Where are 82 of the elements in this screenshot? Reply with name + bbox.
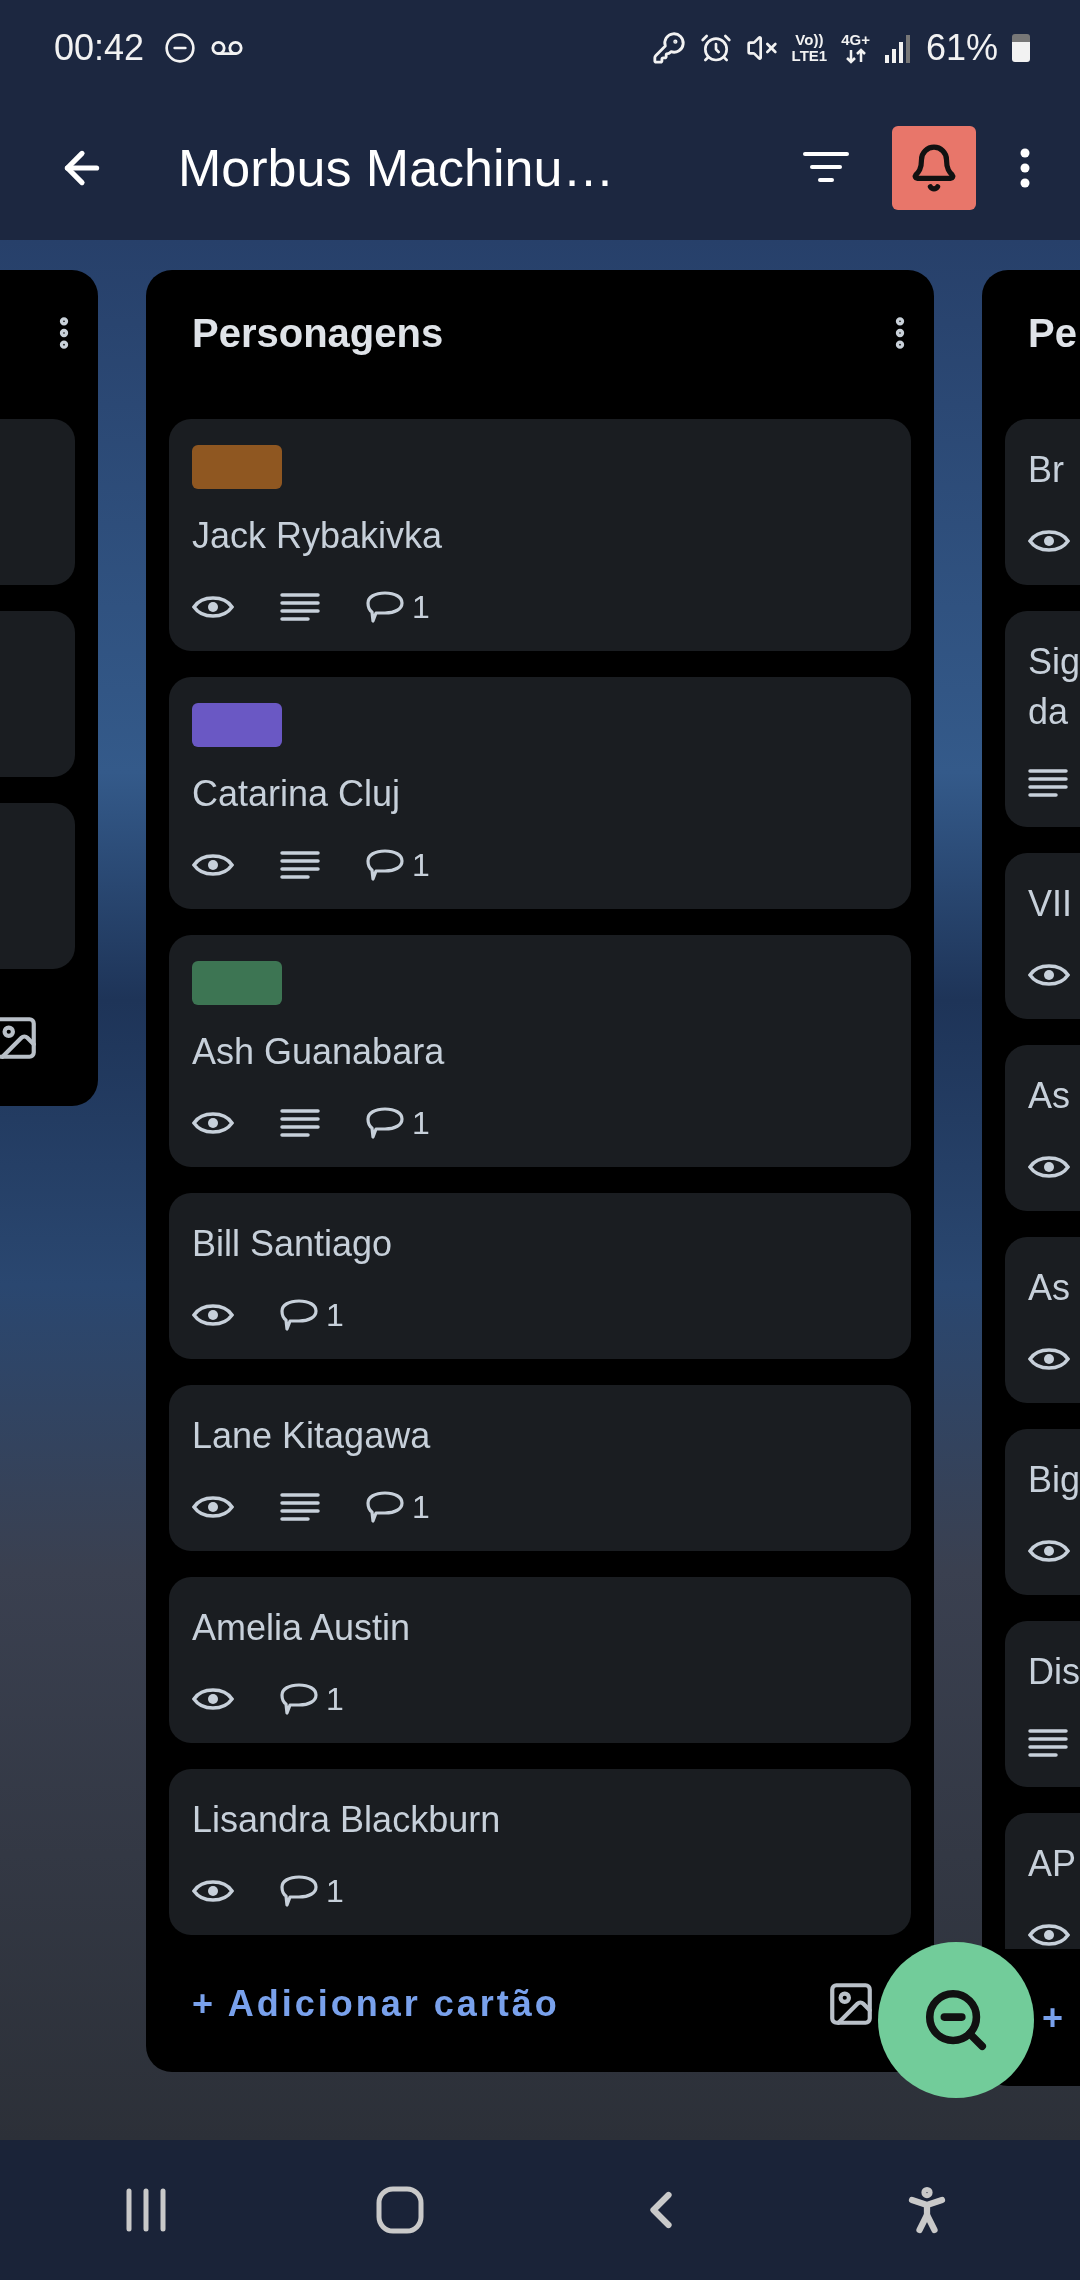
description-lines-icon: [280, 850, 320, 880]
add-card-link[interactable]: + Adicionar cartão: [192, 1982, 560, 2025]
comment-icon: [366, 849, 404, 881]
lte-text: LTE1: [791, 47, 828, 64]
comment-count: 1: [326, 1296, 344, 1334]
card-title: Ash Guanabara: [192, 1030, 446, 1074]
card-title: Big: [1028, 1458, 1080, 1502]
eye-icon: [1028, 1537, 1070, 1565]
eye-icon: [192, 851, 234, 879]
card-title: Br: [1028, 448, 1064, 492]
board-title: Morbus Machinu…: [178, 137, 616, 198]
battery-percent: 61%: [925, 26, 998, 69]
card[interactable]: Dis: [1005, 1621, 1080, 1787]
description-lines-icon: [280, 1108, 320, 1138]
card-title: As: [1028, 1266, 1070, 1310]
notifications-button[interactable]: [892, 125, 976, 210]
comment-icon: [366, 591, 404, 623]
card[interactable]: Catarina Cluj 1: [169, 677, 911, 909]
comment-icon: [366, 1107, 404, 1139]
card-title: Catarina Cluj: [192, 772, 402, 816]
card-title: AP: [1028, 1842, 1077, 1886]
eye-icon: [192, 1877, 234, 1905]
column-title: Pe: [1028, 310, 1078, 356]
card-title: VII: [1028, 882, 1072, 926]
comment-icon: [280, 1875, 318, 1907]
clock: 00:42: [54, 26, 145, 69]
home-button[interactable]: [375, 2185, 425, 2235]
description-lines-icon: [1028, 1728, 1068, 1758]
eye-icon: [192, 1109, 234, 1137]
eye-icon: [1028, 961, 1070, 989]
card[interactable]: Ash Guanabara 1: [169, 935, 911, 1167]
card-title: Sig da: [1028, 640, 1080, 734]
comment-count: 1: [412, 1104, 430, 1142]
eye-icon: [1028, 527, 1070, 555]
card[interactable]: As: [1005, 1045, 1080, 1211]
eye-icon: [1028, 1153, 1070, 1181]
comment-icon: [280, 1299, 318, 1331]
card[interactable]: Br: [1005, 419, 1080, 585]
data-arrows-icon: [844, 47, 867, 64]
description-lines-icon: [280, 592, 320, 622]
key-icon: [651, 30, 686, 65]
column-title: Personagens: [192, 310, 445, 356]
eye-icon: [1028, 1921, 1070, 1949]
card[interactable]: Lisandra Blackburn 1: [169, 1769, 911, 1935]
comment-count: 1: [412, 846, 430, 884]
card[interactable]: Bill Santiago 1: [169, 1193, 911, 1359]
comment-count: 1: [412, 1488, 430, 1526]
network-type: 4G+: [841, 31, 870, 48]
card-title: Bill Santiago: [192, 1222, 394, 1266]
eye-icon: [192, 593, 234, 621]
description-lines-icon: [280, 1492, 320, 1522]
home-icon: [375, 2185, 425, 2235]
card-title: Lisandra Blackburn: [192, 1798, 502, 1842]
do-not-disturb-icon: [164, 31, 197, 64]
eye-icon: [192, 1685, 234, 1713]
card[interactable]: Big: [1005, 1429, 1080, 1595]
card[interactable]: Jack Rybakivka 1: [169, 419, 911, 651]
eye-icon: [192, 1301, 234, 1329]
card[interactable]: Sig da: [1005, 611, 1080, 827]
more-icon: [1020, 147, 1030, 188]
card-title: Dis: [1028, 1650, 1080, 1694]
card[interactable]: AP: [1005, 1813, 1080, 1949]
description-lines-icon: [1028, 768, 1068, 798]
comment-icon: [366, 1491, 404, 1523]
card[interactable]: Amelia Austin 1: [169, 1577, 911, 1743]
signal-icon: [883, 32, 912, 63]
card[interactable]: VII: [1005, 853, 1080, 1019]
card[interactable]: Lane Kitagawa 1: [169, 1385, 911, 1551]
battery-icon: [1012, 33, 1030, 62]
comment-count: 1: [412, 588, 430, 626]
comment-count: 1: [326, 1872, 344, 1910]
comment-icon: [280, 1683, 318, 1715]
card-title: Amelia Austin: [192, 1606, 412, 1650]
add-card-link[interactable]: +: [1042, 1996, 1067, 2039]
card-title: Jack Rybakivka: [192, 514, 444, 558]
eye-icon: [192, 1493, 234, 1521]
card-title: Lane Kitagawa: [192, 1414, 432, 1458]
eye-icon: [1028, 1345, 1070, 1373]
card-title: As: [1028, 1074, 1070, 1118]
card[interactable]: As: [1005, 1237, 1080, 1403]
comment-count: 1: [326, 1680, 344, 1718]
volte-text: Vo)): [795, 31, 824, 48]
